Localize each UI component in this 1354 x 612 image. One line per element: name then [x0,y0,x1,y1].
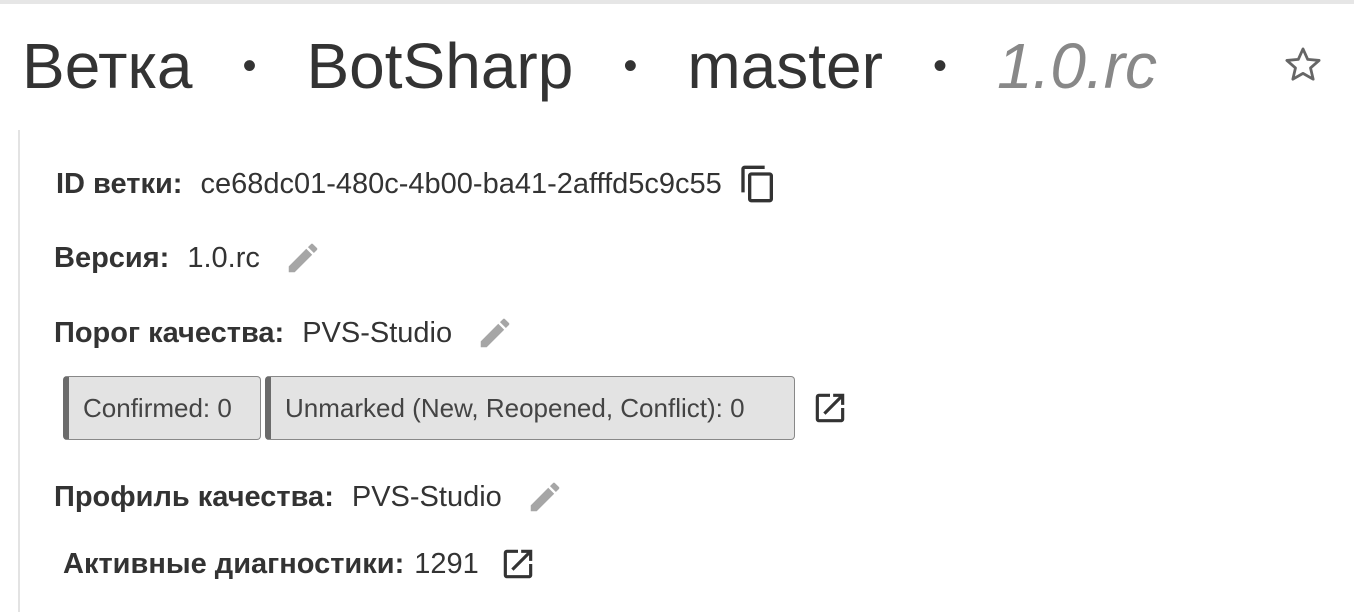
title-project[interactable]: BotSharp [306,34,573,98]
title-section: Ветка [22,30,193,102]
version-value: 1.0.rc [187,241,260,274]
version-row: Версия: 1.0.rc [54,238,322,278]
branch-id-row: ID ветки: ce68dc01-480c-4b00-ba41-2afffd… [56,164,778,204]
quality-gate-value[interactable]: PVS-Studio [302,317,452,350]
open-in-new-icon[interactable] [499,545,537,583]
title-version: 1.0.rc [996,30,1158,102]
quality-profile-label: Профиль качества: [54,480,334,513]
edit-quality-profile-icon[interactable] [526,478,564,516]
confirmed-badge[interactable]: Confirmed: 0 [63,376,261,440]
active-diagnostics-label: Активные диагностики: [63,547,405,580]
quality-gate-badges: Confirmed: 0 Unmarked (New, Reopened, Co… [63,376,849,440]
branch-id-label: ID ветки: [56,167,183,200]
title-branch[interactable]: master [687,34,883,98]
title-separator: • [932,44,947,88]
title-separator: • [242,44,257,88]
copy-icon[interactable] [738,164,778,204]
quality-profile-row: Профиль качества: PVS-Studio [54,477,564,517]
edit-version-icon[interactable] [284,239,322,277]
version-label: Версия: [54,241,170,274]
quality-profile-value[interactable]: PVS-Studio [352,481,502,514]
active-diagnostics-row: Активные диагностики: 1291 [63,544,537,584]
quality-gate-label: Порог качества: [54,316,285,349]
quality-gate-row: Порог качества: PVS-Studio [54,313,514,353]
open-in-new-icon[interactable] [811,389,849,427]
top-divider [0,0,1354,4]
title-separator: • [623,44,638,88]
star-icon[interactable] [1282,44,1324,86]
branch-details-panel: ID ветки: ce68dc01-480c-4b00-ba41-2afffd… [18,130,1354,612]
unmarked-badge[interactable]: Unmarked (New, Reopened, Conflict): 0 [265,376,795,440]
active-diagnostics-value: 1291 [414,547,479,580]
branch-id-value: ce68dc01-480c-4b00-ba41-2afffd5c9c55 [200,167,722,200]
page-title: Ветка • BotSharp • master • 1.0.rc [22,26,1157,106]
edit-quality-gate-icon[interactable] [476,314,514,352]
